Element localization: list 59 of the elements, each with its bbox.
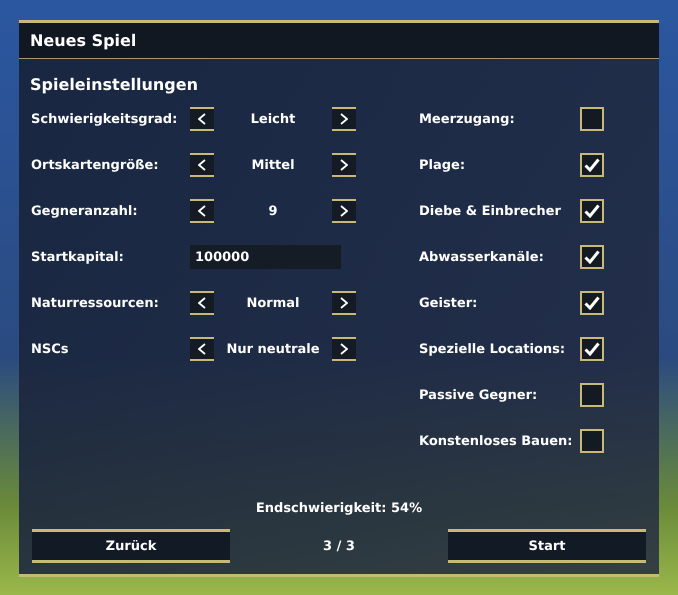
page-indicator: 3 / 3 xyxy=(322,538,356,554)
chevron-right-icon xyxy=(340,159,348,171)
checkbox-label: Geister: xyxy=(419,296,478,310)
chevron-right-icon xyxy=(340,297,348,309)
checkbox[interactable] xyxy=(580,429,604,453)
checkmark-icon xyxy=(584,296,600,310)
next-button[interactable] xyxy=(332,337,356,361)
setting-label: NSCs xyxy=(31,342,70,356)
checkbox-label: Plage: xyxy=(419,158,466,172)
checkbox-label: Abwasserkanäle: xyxy=(419,250,545,264)
next-button[interactable] xyxy=(332,291,356,315)
back-button[interactable]: Zurück xyxy=(32,529,230,563)
previous-button[interactable] xyxy=(190,153,214,177)
checkbox-label: Meerzugang: xyxy=(419,112,516,126)
next-button[interactable] xyxy=(332,153,356,177)
chevron-right-icon xyxy=(340,113,348,125)
window-title: Neues Spiel xyxy=(19,23,659,59)
checkbox[interactable] xyxy=(580,337,604,361)
setting-label: Schwierigkeitsgrad: xyxy=(31,112,178,126)
setting-label: Ortskartengröße: xyxy=(31,158,160,172)
setting-label: Naturressourcen: xyxy=(31,296,160,310)
start-button[interactable]: Start xyxy=(448,529,646,563)
checkmark-icon xyxy=(584,342,600,356)
checkbox-label: Diebe & Einbrecher xyxy=(419,204,562,218)
checkbox[interactable] xyxy=(580,383,604,407)
previous-button[interactable] xyxy=(190,337,214,361)
chevron-left-icon xyxy=(198,159,206,171)
chevron-right-icon xyxy=(340,343,348,355)
checkbox-label: Passive Gegner: xyxy=(419,388,538,402)
checkbox[interactable] xyxy=(580,199,604,223)
setting-value: Nur neutrale xyxy=(225,342,321,356)
checkmark-icon xyxy=(584,204,600,218)
final-difficulty-text: Endschwierigkeit: 54% xyxy=(254,501,424,516)
setting-value: Mittel xyxy=(250,158,296,172)
input-field[interactable]: 100000 xyxy=(190,245,341,269)
checkbox[interactable] xyxy=(580,107,604,131)
chevron-left-icon xyxy=(198,113,206,125)
setting-value: Normal xyxy=(246,296,300,310)
setting-label: Gegneranzahl: xyxy=(31,204,139,218)
checkbox[interactable] xyxy=(580,291,604,315)
checkbox[interactable] xyxy=(580,245,604,269)
setting-label: Startkapital: xyxy=(31,250,125,264)
checkmark-icon xyxy=(584,158,600,172)
section-title: Spieleinstellungen xyxy=(29,74,199,96)
next-button[interactable] xyxy=(332,199,356,223)
setting-value: 9 xyxy=(267,204,279,218)
previous-button[interactable] xyxy=(190,291,214,315)
previous-button[interactable] xyxy=(190,199,214,223)
previous-button[interactable] xyxy=(190,107,214,131)
setting-value: Leicht xyxy=(250,112,296,126)
checkbox-label: Konstenloses Bauen: xyxy=(419,434,574,448)
next-button[interactable] xyxy=(332,107,356,131)
chevron-left-icon xyxy=(198,297,206,309)
checkbox[interactable] xyxy=(580,153,604,177)
checkmark-icon xyxy=(584,250,600,264)
chevron-left-icon xyxy=(198,205,206,217)
chevron-right-icon xyxy=(340,205,348,217)
checkbox-label: Spezielle Locations: xyxy=(419,342,566,356)
chevron-left-icon xyxy=(198,343,206,355)
